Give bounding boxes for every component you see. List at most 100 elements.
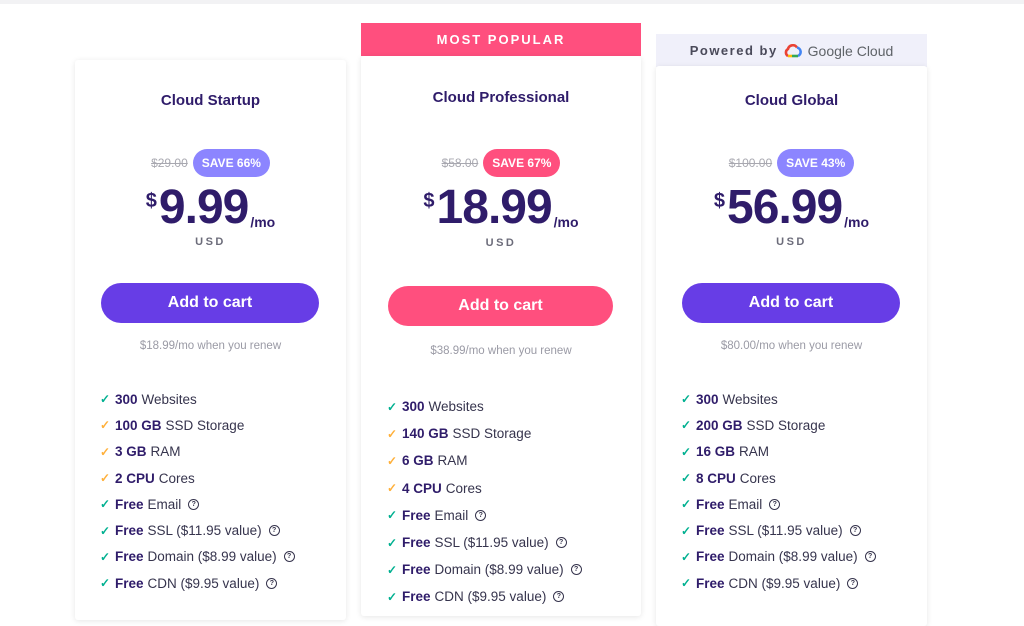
- currency-label: USD: [195, 236, 226, 248]
- price: $ 56.99 /mo: [656, 184, 927, 232]
- save-badge: SAVE 43%: [777, 149, 855, 177]
- check-icon: ✓: [681, 549, 692, 564]
- help-icon[interactable]: ?: [553, 591, 565, 603]
- google-cloud-icon: [784, 43, 802, 57]
- feature-highlight: 6 GB: [402, 453, 434, 469]
- add-to-cart-button[interactable]: Add to cart: [682, 283, 900, 323]
- feature-item: ✓ Free Domain ($8.99 value)?: [681, 544, 876, 570]
- help-icon[interactable]: ?: [188, 498, 200, 510]
- google-cloud-brand: Google Cloud: [807, 42, 894, 59]
- help-icon[interactable]: ?: [864, 551, 876, 563]
- check-icon: ✓: [387, 426, 398, 441]
- feature-text: Email: [728, 496, 763, 512]
- price-amount: 9.99: [158, 181, 249, 234]
- feature-item: ✓ Free CDN ($9.95 value)?: [100, 570, 295, 596]
- feature-text: SSD Storage: [452, 426, 532, 442]
- renew-note: $80.00/mo when you renew: [720, 340, 863, 352]
- feature-item: ✓ 300 Websites: [681, 386, 876, 412]
- feature-text: CDN ($9.95 value): [147, 575, 260, 591]
- check-icon: ✓: [387, 562, 398, 577]
- feature-highlight: 300: [696, 391, 719, 407]
- feature-item: ✓ 6 GB RAM: [387, 447, 582, 474]
- discount-row: $29.00 SAVE 66%: [75, 149, 346, 177]
- feature-text: SSL ($11.95 value): [147, 523, 262, 539]
- feature-item: ✓ Free Domain ($8.99 value)?: [100, 544, 295, 570]
- check-icon: ✓: [387, 481, 398, 496]
- feature-item: ✓ 300 Websites: [387, 393, 582, 420]
- currency-label: USD: [485, 237, 517, 249]
- help-icon[interactable]: ?: [847, 577, 859, 589]
- feature-item: ✓ Free Domain ($8.99 value)?: [387, 556, 582, 583]
- feature-highlight: Free: [696, 575, 725, 591]
- feature-text: Websites: [722, 391, 778, 407]
- help-icon[interactable]: ?: [283, 551, 295, 563]
- discount-row: $58.00 SAVE 67%: [361, 149, 641, 177]
- feature-highlight: Free: [402, 589, 431, 605]
- price-period: /mo: [250, 214, 276, 230]
- add-to-cart-button[interactable]: Add to cart: [101, 283, 319, 323]
- feature-item: ✓ Free CDN ($9.95 value)?: [681, 570, 876, 596]
- check-icon: ✓: [100, 444, 111, 459]
- check-icon: ✓: [100, 523, 111, 538]
- feature-item: ✓ 4 CPU Cores: [387, 475, 582, 502]
- feature-text: Domain ($8.99 value): [147, 549, 277, 565]
- feature-text: Websites: [428, 399, 484, 415]
- add-to-cart-button[interactable]: Add to cart: [388, 286, 613, 326]
- feature-text: Cores: [739, 470, 776, 486]
- feature-item: ✓ 100 GB SSD Storage: [100, 412, 295, 438]
- help-icon[interactable]: ?: [769, 498, 781, 510]
- feature-highlight: 16 GB: [696, 444, 736, 460]
- feature-text: Domain ($8.99 value): [728, 549, 858, 565]
- feature-text: Email: [147, 496, 182, 512]
- save-badge: SAVE 67%: [483, 149, 561, 177]
- feature-text: RAM: [437, 453, 468, 469]
- feature-highlight: Free: [115, 496, 144, 512]
- help-icon[interactable]: ?: [268, 525, 280, 537]
- feature-highlight: 2 CPU: [115, 470, 155, 486]
- feature-highlight: 8 CPU: [696, 470, 736, 486]
- feature-text: SSL ($11.95 value): [728, 523, 843, 539]
- help-icon[interactable]: ?: [266, 577, 278, 589]
- check-icon: ✓: [387, 508, 398, 523]
- feature-item: ✓ Free SSL ($11.95 value)?: [681, 517, 876, 543]
- check-icon: ✓: [681, 471, 692, 486]
- original-price: $29.00: [151, 156, 188, 170]
- price-period: /mo: [844, 214, 870, 230]
- feature-highlight: Free: [402, 507, 431, 523]
- feature-item: ✓ 200 GB SSD Storage: [681, 412, 876, 438]
- check-icon: ✓: [681, 497, 692, 512]
- price-period: /mo: [553, 214, 579, 230]
- feature-item: ✓ 300 Websites: [100, 386, 295, 412]
- help-icon[interactable]: ?: [555, 537, 567, 549]
- feature-item: ✓ 2 CPU Cores: [100, 465, 295, 491]
- feature-highlight: Free: [696, 523, 725, 539]
- feature-text: SSL ($11.95 value): [434, 535, 549, 551]
- renew-note: $18.99/mo when you renew: [139, 340, 282, 352]
- renew-note: $38.99/mo when you renew: [430, 345, 572, 357]
- help-icon[interactable]: ?: [849, 525, 861, 537]
- feature-highlight: 300: [115, 391, 138, 407]
- check-icon: ✓: [681, 576, 692, 591]
- feature-text: CDN ($9.95 value): [434, 589, 547, 605]
- check-icon: ✓: [387, 453, 398, 468]
- feature-text: Domain ($8.99 value): [434, 562, 564, 578]
- feature-highlight: 200 GB: [696, 417, 743, 433]
- feature-item: ✓ 16 GB RAM: [681, 439, 876, 465]
- most-popular-ribbon: MOST POPULAR: [361, 23, 641, 56]
- feature-item: ✓ Free Email?: [100, 491, 295, 517]
- original-price: $58.00: [441, 156, 479, 170]
- currency-symbol: $: [423, 190, 435, 212]
- feature-highlight: Free: [115, 549, 144, 565]
- currency-symbol: $: [145, 190, 157, 212]
- feature-highlight: Free: [696, 549, 725, 565]
- feature-list: ✓ 300 Websites ✓ 100 GB SSD Storage ✓ 3 GB RAM ✓ 2…: [100, 386, 295, 596]
- feature-text: Email: [434, 507, 469, 523]
- currency-label: USD: [776, 236, 807, 248]
- check-icon: ✓: [100, 418, 111, 433]
- feature-item: ✓ Free SSL ($11.95 value)?: [387, 529, 582, 556]
- help-icon[interactable]: ?: [475, 509, 487, 521]
- help-icon[interactable]: ?: [570, 564, 582, 576]
- feature-text: SSD Storage: [746, 417, 826, 433]
- check-icon: ✓: [387, 535, 398, 550]
- check-icon: ✓: [387, 589, 398, 604]
